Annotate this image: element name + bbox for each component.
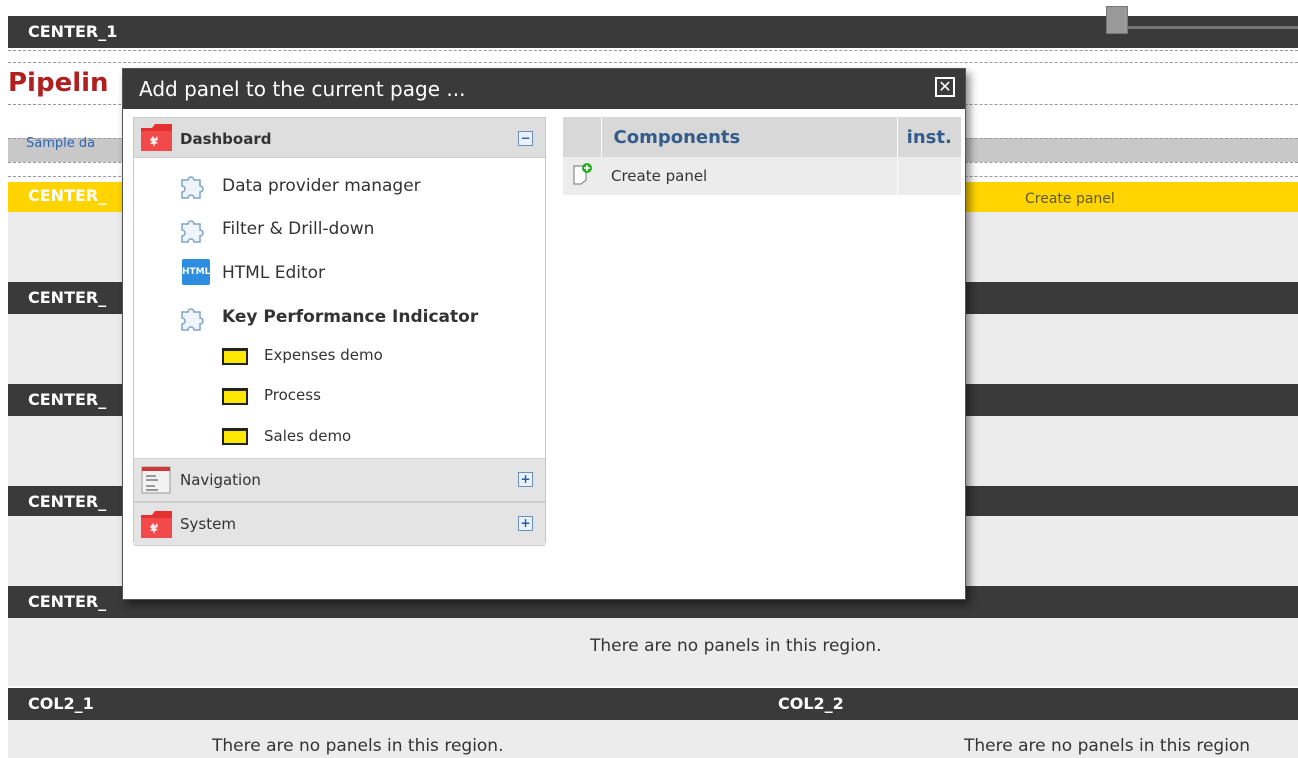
tree-group-label: Navigation [180,471,261,489]
create-panel-icon [563,157,601,195]
tree-group-dashboard[interactable]: Dashboard − [134,118,545,158]
empty-region-message: There are no panels in this region. [212,736,504,756]
tree-group-label: System [180,515,236,533]
region-label: COL2_1 [28,694,94,713]
divider [8,50,1298,51]
puzzle-icon [181,308,204,331]
region-label: COL2_2 [778,694,844,713]
column-header-inst[interactable]: inst. [896,117,961,157]
tree-group-system[interactable]: System + [134,502,545,546]
table-row[interactable]: Create panel [563,157,961,195]
components-table: Components inst. Create panel [563,117,961,195]
create-panel-link[interactable]: Create panel [601,157,897,195]
empty-region-message: There are no panels in this region [964,736,1251,756]
resize-handle[interactable] [1106,6,1128,34]
region-label: CENTER_ [28,186,107,205]
create-panel-link[interactable]: Create panel [1025,191,1115,207]
region-label: CENTER_1 [28,22,118,41]
region-label: CENTER_ [28,492,107,511]
empty-region-message: There are no panels in this region. [590,636,882,656]
expand-button[interactable]: + [518,516,533,531]
dialog-title: Add panel to the current page ... [139,77,466,101]
red-folder-icon [141,511,172,538]
tree-item-data-provider-manager[interactable]: Data provider manager [222,176,421,196]
sample-link[interactable]: Sample da [26,136,95,151]
navigation-icon [141,466,171,494]
region-header-center-1: CENTER_1 [8,16,1298,48]
inst-cell [896,157,961,195]
tree-item-process[interactable]: Process [264,386,321,404]
tree-item-html-editor[interactable]: HTML Editor [222,263,325,283]
panel-type-tree: Dashboard − Data provider manager Filter… [133,117,546,546]
page-title: Pipelin [8,68,109,98]
puzzle-icon [181,176,204,199]
region-label: CENTER_ [28,288,107,307]
close-icon[interactable]: ✕ [935,77,955,97]
divider [1128,26,1298,29]
red-folder-icon [141,124,172,151]
dialog-header[interactable]: Add panel to the current page ... ✕ [123,69,965,109]
tree-group-label: Dashboard [180,130,272,148]
column-header-icon [563,117,601,157]
html-icon: HTML [182,259,210,285]
region-header-col2: COL2_1 COL2_2 [8,688,1298,720]
column-header-components[interactable]: Components [600,117,897,157]
tree-item-expenses-demo[interactable]: Expenses demo [264,346,383,364]
tree-item-sales-demo[interactable]: Sales demo [264,427,351,445]
folder-icon [222,428,248,445]
region-label: CENTER_ [28,390,107,409]
tree-item-key-performance-indicator[interactable]: Key Performance Indicator [222,307,478,327]
divider [8,62,1298,63]
folder-icon [222,388,248,405]
collapse-button[interactable]: − [518,131,533,146]
puzzle-icon [181,220,204,243]
expand-button[interactable]: + [518,472,533,487]
region-label: CENTER_ [28,592,107,611]
tree-group-navigation[interactable]: Navigation + [134,458,545,502]
folder-icon [222,348,248,365]
tree-item-filter-drill-down[interactable]: Filter & Drill-down [222,219,374,239]
add-panel-dialog: Add panel to the current page ... ✕ Dash… [122,68,966,600]
